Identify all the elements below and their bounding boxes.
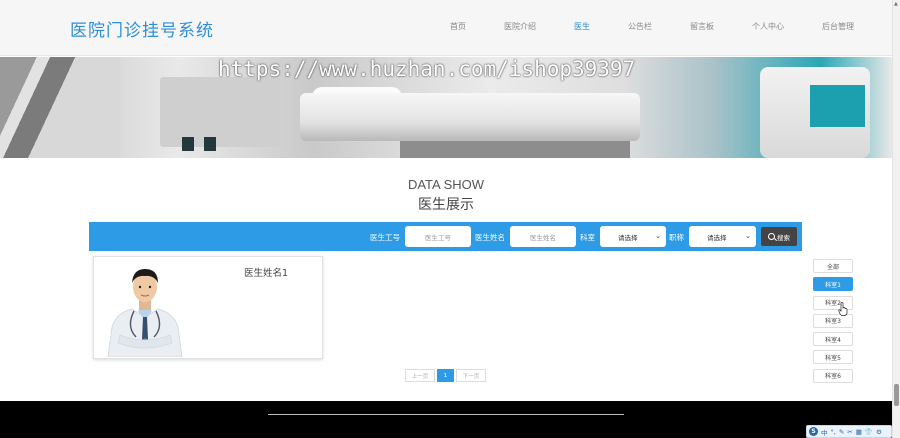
ime-mode[interactable]: 中	[821, 427, 828, 437]
banner-screen	[182, 137, 194, 151]
banner-panel	[160, 77, 280, 147]
header: 医院门诊挂号系统 首页 医院介绍 医生 公告栏 留言板 个人中心 后台管理	[0, 0, 892, 56]
footer	[0, 401, 892, 438]
next-page-button[interactable]: 下一页	[456, 369, 486, 382]
pagination: 上一页 1 下一页	[405, 369, 486, 382]
department-label: 科室	[580, 233, 595, 242]
search-button[interactable]: 搜索	[761, 227, 797, 246]
page-number-current[interactable]: 1	[437, 369, 454, 382]
department-filter-all[interactable]: 全部	[813, 259, 853, 273]
nav-doctors[interactable]: 医生	[574, 21, 590, 32]
department-select[interactable]: 请选择 ⌄	[600, 226, 666, 247]
banner-wall	[0, 57, 120, 158]
banner-bed-base	[400, 141, 630, 158]
department-filter-item[interactable]: 科室6	[813, 368, 853, 383]
doctor-name[interactable]: 医生姓名1	[244, 265, 288, 279]
search-icon	[768, 233, 775, 240]
ime-punctuation-icon[interactable]: °,	[831, 428, 836, 436]
banner-bed	[300, 93, 640, 141]
ime-tools-icon[interactable]: ✂	[847, 428, 852, 436]
footer-divider	[268, 414, 624, 415]
prev-page-button[interactable]: 上一页	[405, 369, 435, 382]
ime-logo-icon[interactable]: S	[809, 427, 818, 436]
ime-toolbar[interactable]: S 中 °, ✎ ✂ ▦ 👕 ⚙	[806, 425, 892, 438]
hand-cursor-icon	[838, 302, 848, 316]
nav-hospital-intro[interactable]: 医院介绍	[504, 21, 536, 32]
section-title-en: DATA SHOW	[407, 177, 485, 192]
doctor-photo[interactable]	[102, 261, 188, 357]
department-filter-item[interactable]: 科室5	[813, 350, 853, 365]
main-nav: 首页 医院介绍 医生 公告栏 留言板 个人中心 后台管理	[412, 21, 854, 32]
doctor-name-input[interactable]: 医生姓名	[510, 226, 576, 247]
doctor-name-label: 医生姓名	[475, 233, 505, 242]
nav-home[interactable]: 首页	[450, 21, 466, 32]
nav-personal-center[interactable]: 个人中心	[752, 21, 784, 32]
banner-screen	[204, 137, 216, 151]
chevron-down-icon: ⌄	[745, 232, 751, 240]
title-select[interactable]: 请选择 ⌄	[689, 226, 756, 247]
ime-pen-icon[interactable]: ✎	[839, 428, 844, 436]
ime-keyboard-icon[interactable]: ▦	[856, 428, 862, 436]
banner-machine-panel	[810, 85, 865, 127]
title-label: 职称	[669, 233, 684, 242]
page: 医院门诊挂号系统 首页 医院介绍 医生 公告栏 留言板 个人中心 后台管理 ht…	[0, 0, 900, 438]
department-filter-list: 全部 科室1 科室2 科室3 科室4 科室5 科室6	[813, 259, 853, 387]
doctor-id-input[interactable]: 医生工号	[405, 226, 471, 247]
scroll-thumb[interactable]	[894, 384, 899, 406]
department-filter-item[interactable]: 科室4	[813, 332, 853, 347]
nav-message-board[interactable]: 留言板	[690, 21, 714, 32]
department-select-value: 请选择	[618, 233, 638, 242]
nav-notice-board[interactable]: 公告栏	[628, 21, 652, 32]
ime-settings-icon[interactable]: ⚙	[876, 428, 882, 436]
nav-admin[interactable]: 后台管理	[822, 21, 854, 32]
title-select-value: 请选择	[707, 233, 727, 242]
doctor-id-label: 医生工号	[370, 233, 400, 242]
doctor-card[interactable]: 医生姓名1	[93, 256, 323, 359]
search-button-label: 搜索	[777, 233, 790, 242]
site-title[interactable]: 医院门诊挂号系统	[70, 16, 214, 41]
scroll-up-arrow-icon[interactable]: ▲	[894, 1, 898, 7]
section-title-cn: 医生展示	[418, 197, 474, 213]
watermark-text: https://www.huzhan.com/ishop39397	[218, 57, 636, 81]
ime-skin-icon[interactable]: 👕	[865, 428, 873, 436]
department-filter-item[interactable]: 科室1	[813, 277, 853, 292]
chevron-down-icon: ⌄	[655, 232, 661, 240]
page-scrollbar[interactable]: ▲	[892, 0, 900, 438]
search-bar: 医生工号 医生工号 医生姓名 医生姓名 科室 请选择 ⌄ 职称 请选择 ⌄ 搜索	[89, 222, 802, 251]
